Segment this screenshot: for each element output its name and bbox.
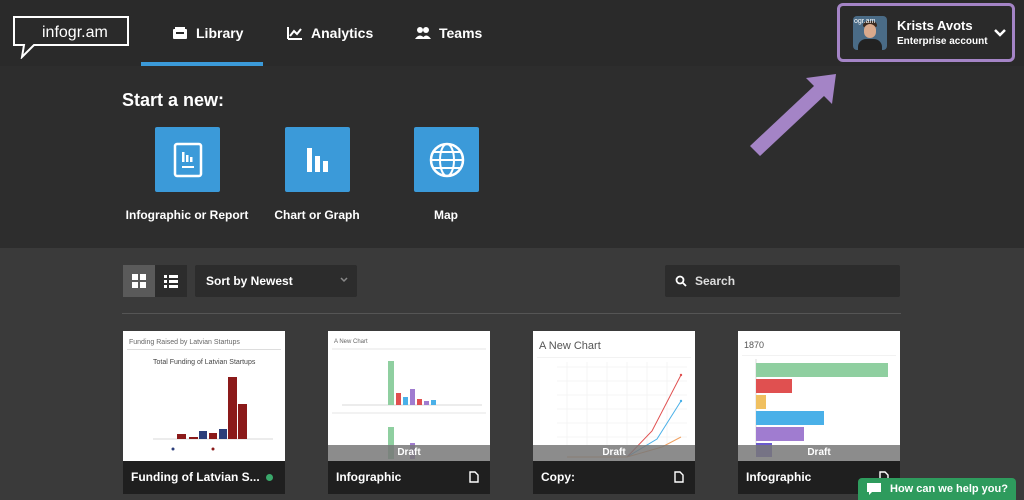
annotation-arrow-icon <box>750 74 836 156</box>
top-navigation-bar: infogr.am Library Analytics Teams ogr.am… <box>0 0 1024 66</box>
card-thumbnail[interactable]: A New Chart Draft <box>533 331 695 461</box>
thumbnail-bar-chart <box>332 348 486 459</box>
list-view-button[interactable] <box>155 265 187 297</box>
list-icon <box>164 275 178 288</box>
draft-badge: Draft <box>533 445 695 461</box>
account-menu[interactable]: ogr.am Krists Avots Enterprise account <box>837 3 1015 62</box>
create-infographic-button[interactable] <box>155 127 220 192</box>
tab-teams[interactable]: Teams <box>415 0 482 66</box>
search-placeholder: Search <box>695 274 736 288</box>
bar-chart-icon <box>306 147 328 172</box>
avatar: ogr.am <box>853 15 887 50</box>
tab-library[interactable]: Library <box>172 0 243 66</box>
tab-analytics[interactable]: Analytics <box>287 0 373 66</box>
tab-teams-label: Teams <box>439 25 483 41</box>
start-new-title: Start a new: <box>122 90 225 110</box>
draft-badge: Draft <box>328 445 490 461</box>
tab-library-label: Library <box>196 25 244 41</box>
card-title[interactable]: Infographic <box>746 470 811 484</box>
card-thumbnail[interactable]: 1870 Draft <box>738 331 900 461</box>
chat-icon <box>867 483 881 495</box>
teams-icon <box>415 27 431 39</box>
help-chat-button[interactable]: How can we help you? <box>858 478 1016 500</box>
search-input[interactable]: Search <box>665 265 900 297</box>
card-title[interactable]: Copy: <box>541 470 575 484</box>
analytics-icon <box>287 27 302 40</box>
create-map-label[interactable]: Map <box>366 208 526 222</box>
draft-badge: Draft <box>738 445 900 461</box>
sort-dropdown[interactable]: Sort by Newest <box>195 265 357 297</box>
create-chart-button[interactable] <box>285 127 350 192</box>
grid-icon <box>132 274 146 288</box>
search-icon <box>675 275 687 287</box>
infogram-logo[interactable]: infogr.am <box>12 15 130 59</box>
svg-text:infogr.am: infogr.am <box>42 24 108 41</box>
sort-label: Sort by Newest <box>206 274 293 288</box>
chevron-down-icon <box>340 277 348 283</box>
tab-analytics-label: Analytics <box>311 25 374 41</box>
document-icon <box>469 471 479 483</box>
report-icon <box>173 142 202 177</box>
library-card[interactable]: Funding Raised by Latvian Startups Total… <box>123 331 285 494</box>
divider <box>122 313 901 314</box>
account-name: Krists Avots <box>897 18 973 33</box>
library-card[interactable]: 1870 Draft Infographic <box>738 331 900 494</box>
document-icon <box>674 471 684 483</box>
library-card[interactable]: A New Chart Draft Infographic <box>328 331 490 494</box>
help-label: How can we help you? <box>890 483 1008 495</box>
globe-icon <box>429 142 464 177</box>
create-map-button[interactable] <box>414 127 479 192</box>
chevron-down-icon[interactable] <box>994 28 1006 38</box>
thumbnail-line-chart <box>537 357 691 458</box>
card-title[interactable]: Funding of Latvian S... <box>131 470 260 484</box>
library-icon <box>173 27 187 39</box>
thumbnail-bar-chart <box>153 377 273 451</box>
card-thumbnail[interactable]: Funding Raised by Latvian Startups Total… <box>123 331 285 461</box>
grid-view-button[interactable] <box>123 265 155 297</box>
account-plan: Enterprise account <box>897 36 988 47</box>
library-card[interactable]: A New Chart Draft Copy: <box>533 331 695 494</box>
published-status-dot <box>266 474 273 481</box>
thumbnail-horizontal-bar-chart <box>742 355 896 457</box>
card-thumbnail[interactable]: A New Chart Draft <box>328 331 490 461</box>
card-title[interactable]: Infographic <box>336 470 401 484</box>
